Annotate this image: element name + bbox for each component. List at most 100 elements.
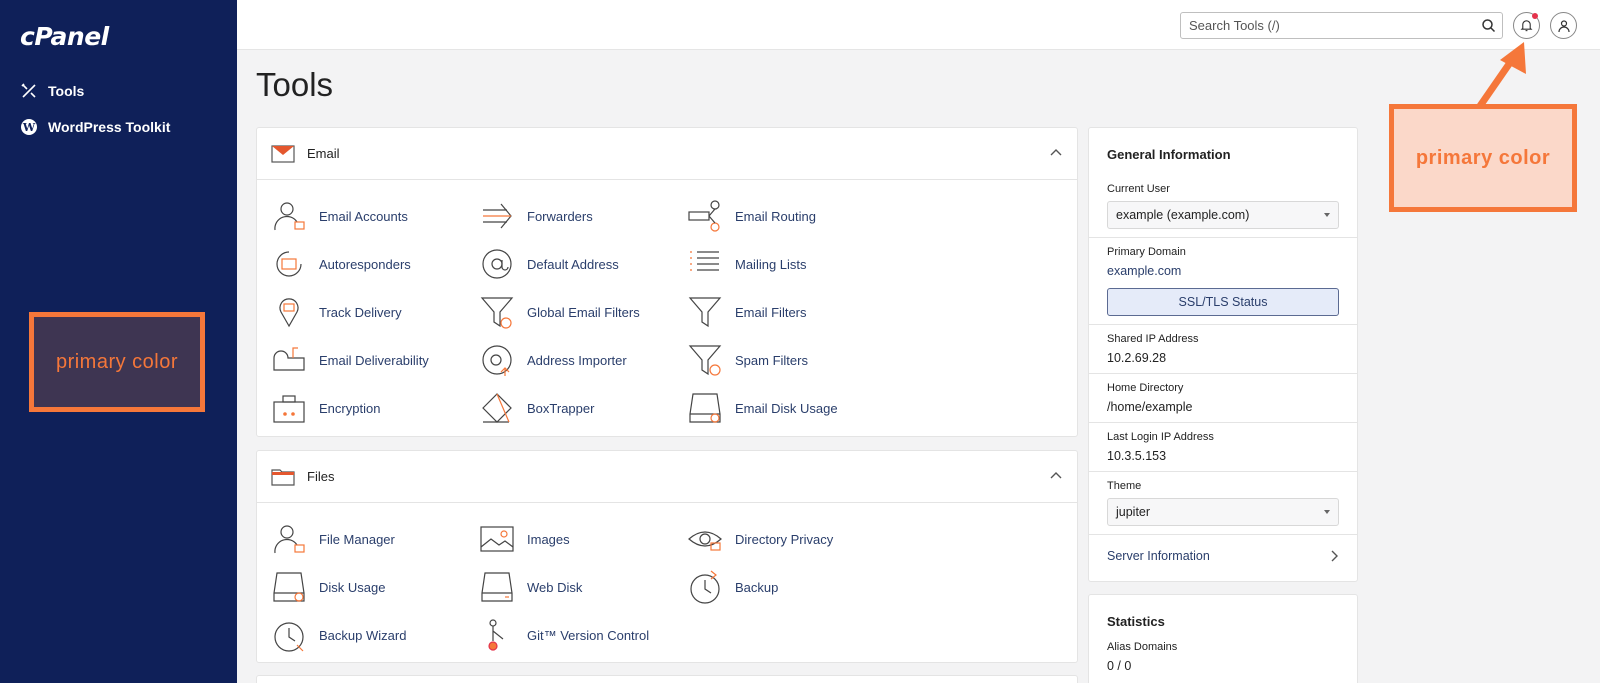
tool-item[interactable]: Email Accounts bbox=[271, 192, 479, 240]
tool-label: Encryption bbox=[319, 400, 381, 416]
theme-label: Theme bbox=[1107, 480, 1142, 492]
tool-item[interactable]: Email Deliverability bbox=[271, 336, 479, 384]
email-tools-grid: Email Accounts Forwarders Email Routing Aut… bbox=[257, 180, 1077, 432]
tool-label: Images bbox=[527, 531, 570, 547]
tool-item[interactable]: Forwarders bbox=[479, 192, 687, 240]
server-information-link[interactable]: Server Information bbox=[1089, 535, 1357, 577]
tool-label: Git™ Version Control bbox=[527, 627, 650, 643]
tool-item[interactable]: Global Email Filters bbox=[479, 288, 687, 336]
sidebar-item-tools[interactable]: Tools bbox=[20, 82, 84, 100]
tool-item[interactable]: Web Disk bbox=[479, 563, 687, 611]
cpanel-logo[interactable]: cPanel bbox=[20, 22, 109, 51]
tool-item[interactable]: File Manager bbox=[271, 515, 479, 563]
email-routing-icon bbox=[687, 198, 723, 234]
alias-domains-section: Alias Domains 0 / 0 bbox=[1089, 641, 1357, 673]
tool-label: Email Filters bbox=[735, 304, 807, 320]
notifications-button[interactable] bbox=[1513, 12, 1540, 39]
server-information-label: Server Information bbox=[1107, 549, 1210, 563]
section-title: Files bbox=[307, 469, 335, 484]
backup-wizard-icon bbox=[271, 617, 307, 653]
primary-domain-link[interactable]: example.com bbox=[1107, 264, 1339, 278]
web-disk-icon bbox=[479, 569, 515, 605]
home-directory-label: Home Directory bbox=[1107, 382, 1184, 394]
tool-item[interactable]: Backup bbox=[687, 563, 895, 611]
default-address-icon bbox=[479, 246, 515, 282]
tool-label: Spam Filters bbox=[735, 352, 808, 368]
current-user-label: Current User bbox=[1107, 183, 1170, 195]
mailing-lists-icon bbox=[687, 246, 723, 282]
tool-item[interactable]: Encryption bbox=[271, 384, 479, 432]
callout-label: primary color bbox=[1415, 146, 1551, 169]
git-version-control-icon bbox=[479, 617, 515, 653]
email-section-header[interactable]: Email bbox=[257, 128, 1077, 180]
tool-label: Forwarders bbox=[527, 208, 593, 224]
directory-privacy-icon bbox=[687, 521, 723, 557]
last-login-section: Last Login IP Address 10.3.5.153 bbox=[1089, 423, 1357, 472]
track-delivery-icon bbox=[271, 294, 307, 330]
files-section-header[interactable]: Files bbox=[257, 451, 1077, 503]
tool-item[interactable]: Autoresponders bbox=[271, 240, 479, 288]
encryption-icon bbox=[271, 390, 307, 426]
email-deliverability-icon bbox=[271, 342, 307, 378]
ssl-tls-status-button[interactable]: SSL/TLS Status bbox=[1107, 288, 1339, 316]
panel-title: General Information bbox=[1107, 147, 1231, 162]
tool-label: Backup Wizard bbox=[319, 627, 407, 643]
tool-item[interactable]: Email Disk Usage bbox=[687, 384, 895, 432]
search-icon[interactable] bbox=[1481, 18, 1496, 33]
tool-label: Email Deliverability bbox=[319, 352, 429, 368]
theme-select[interactable]: jupiter bbox=[1107, 498, 1339, 526]
search-input[interactable]: Search Tools (/) bbox=[1180, 12, 1503, 39]
tool-item[interactable]: BoxTrapper bbox=[479, 384, 687, 432]
user-icon bbox=[1557, 19, 1570, 32]
alias-domains-label: Alias Domains bbox=[1107, 641, 1178, 653]
sidebar-item-label: Tools bbox=[48, 83, 85, 99]
global-email-filters-icon bbox=[479, 294, 515, 330]
tool-label: File Manager bbox=[319, 531, 395, 547]
tool-label: Default Address bbox=[527, 256, 619, 272]
theme-value: jupiter bbox=[1116, 505, 1151, 519]
tool-label: Global Email Filters bbox=[527, 304, 640, 320]
tool-item[interactable]: Mailing Lists bbox=[687, 240, 895, 288]
email-disk-usage-icon bbox=[687, 390, 723, 426]
address-importer-icon bbox=[479, 342, 515, 378]
tool-item[interactable]: Backup Wizard bbox=[271, 611, 479, 659]
tool-item[interactable]: Default Address bbox=[479, 240, 687, 288]
files-tools-grid: File Manager Images Directory Privacy Disk … bbox=[257, 503, 1077, 659]
tool-item[interactable]: Disk Usage bbox=[271, 563, 479, 611]
statistics-panel: Statistics Alias Domains 0 / 0 bbox=[1088, 594, 1358, 683]
tool-item[interactable]: Email Routing bbox=[687, 192, 895, 240]
shared-ip-value: 10.2.69.28 bbox=[1107, 351, 1167, 365]
current-user-value: example (example.com) bbox=[1116, 208, 1250, 222]
folder-icon bbox=[271, 468, 295, 486]
tool-label: Email Accounts bbox=[319, 208, 408, 224]
chevron-up-icon[interactable] bbox=[1049, 146, 1063, 160]
spam-filters-icon bbox=[687, 342, 723, 378]
sidebar-item-wordpress-toolkit[interactable]: W WordPress Toolkit bbox=[20, 118, 170, 136]
tool-item[interactable]: Track Delivery bbox=[271, 288, 479, 336]
svg-text:W: W bbox=[22, 121, 36, 134]
disk-usage-icon bbox=[271, 569, 307, 605]
chevron-right-icon bbox=[1331, 550, 1338, 562]
tool-item[interactable]: Directory Privacy bbox=[687, 515, 895, 563]
backup-icon bbox=[687, 569, 723, 605]
tool-item[interactable]: Images bbox=[479, 515, 687, 563]
current-user-section: Current User example (example.com) bbox=[1089, 175, 1357, 238]
tool-label: Email Disk Usage bbox=[735, 400, 838, 416]
email-section: Email Email Accounts Forwarders Email Rout… bbox=[256, 127, 1078, 437]
tool-item[interactable]: Address Importer bbox=[479, 336, 687, 384]
tool-item[interactable]: Git™ Version Control bbox=[479, 611, 687, 659]
primary-domain-section: Primary Domain example.com SSL/TLS Statu… bbox=[1089, 238, 1357, 325]
tool-label: Track Delivery bbox=[319, 304, 402, 320]
tool-item[interactable]: Email Filters bbox=[687, 288, 895, 336]
user-menu-button[interactable] bbox=[1550, 12, 1577, 39]
chevron-up-icon[interactable] bbox=[1049, 469, 1063, 483]
tool-label: Mailing Lists bbox=[735, 256, 807, 272]
panel-title: Statistics bbox=[1107, 614, 1165, 629]
tool-item[interactable]: Spam Filters bbox=[687, 336, 895, 384]
autoresponders-icon bbox=[271, 246, 307, 282]
callout-arrow bbox=[1477, 42, 1526, 108]
general-information-panel: General Information Current User example… bbox=[1088, 127, 1358, 582]
theme-section: Theme jupiter bbox=[1089, 472, 1357, 535]
current-user-select[interactable]: example (example.com) bbox=[1107, 201, 1339, 229]
last-login-value: 10.3.5.153 bbox=[1107, 449, 1167, 463]
